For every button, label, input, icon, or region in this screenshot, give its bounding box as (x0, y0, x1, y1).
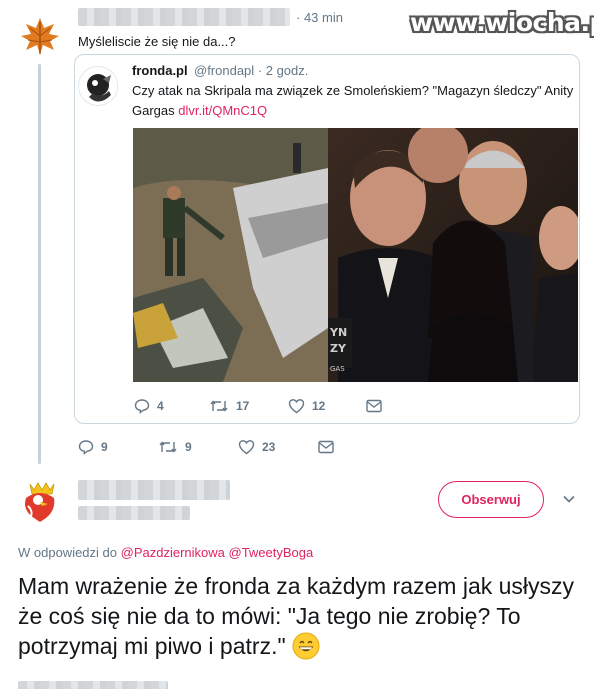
quoted-reply-button[interactable]: 4 (134, 398, 164, 414)
reply-prefix: W odpowiedzi do (18, 545, 117, 560)
tweet-timestamp[interactable]: · 43 min (296, 10, 343, 25)
quoted-link[interactable]: dlvr.it/QMnC1Q (178, 103, 267, 118)
author-name-blurred[interactable] (78, 480, 230, 500)
like-icon (288, 399, 305, 414)
grinning-emoji-icon (292, 632, 320, 660)
svg-text:ZY: ZY (330, 342, 347, 355)
like-icon (238, 440, 255, 455)
svg-text:GAS: GAS (330, 365, 345, 373)
quoted-author-name[interactable]: fronda.pl (132, 63, 188, 78)
fronda-logo-icon (79, 67, 117, 105)
tweet-text: Myśleliscie że się nie da...? (78, 34, 236, 49)
retweet-button[interactable]: 9 (158, 439, 192, 455)
leaf-avatar-icon (21, 18, 59, 54)
more-options-button[interactable] (562, 492, 576, 506)
quoted-avatar[interactable] (78, 66, 118, 106)
quoted-dm-button[interactable] (366, 399, 389, 413)
tweet-text: Mam wrażenie że fronda za każdym razem j… (18, 571, 588, 661)
author-handle-blurred[interactable] (78, 506, 190, 520)
thread-line (38, 64, 41, 464)
mention-link[interactable]: @Pazdziernikowa (121, 545, 225, 560)
reply-button[interactable]: 9 (78, 439, 108, 455)
avatar[interactable] (16, 478, 64, 526)
retweet-icon (210, 400, 228, 412)
media-collage: YN ZY GAS (133, 128, 578, 382)
reply-icon (78, 440, 94, 455)
svg-text:YN: YN (329, 326, 347, 339)
reply-context: W odpowiedzi do @Pazdziernikowa @TweetyB… (18, 545, 313, 560)
quoted-author-handle[interactable]: @frondapl · 2 godz. (194, 63, 308, 78)
follow-button[interactable]: Obserwuj (438, 481, 544, 518)
eagle-crest-avatar-icon (25, 482, 55, 522)
tweet-date-cut (18, 681, 168, 689)
reply-count: 9 (101, 440, 108, 454)
retweet-icon (159, 441, 177, 453)
quoted-retweet-button[interactable]: 17 (209, 398, 249, 414)
quoted-reply-count: 4 (157, 399, 164, 413)
avatar[interactable] (18, 14, 62, 58)
reply-icon (134, 399, 150, 414)
dm-button[interactable] (318, 440, 341, 454)
watermark: www.wiocha.pl (410, 8, 594, 37)
quoted-like-button[interactable]: 12 (288, 398, 325, 414)
like-button[interactable]: 23 (238, 439, 275, 455)
quoted-retweet-count: 17 (236, 399, 250, 413)
quoted-like-count: 12 (312, 399, 326, 413)
envelope-icon (366, 399, 382, 413)
like-count: 23 (262, 440, 276, 454)
quoted-tweet-text: Czy atak na Skripala ma związek ze Smole… (132, 81, 576, 121)
retweet-count: 9 (185, 440, 192, 454)
mention-link[interactable]: @TweetyBoga (229, 545, 314, 560)
author-name-blurred[interactable] (78, 8, 290, 26)
envelope-icon (318, 440, 334, 454)
chevron-down-icon (563, 495, 575, 503)
quoted-media-image[interactable]: YN ZY GAS (133, 128, 578, 382)
